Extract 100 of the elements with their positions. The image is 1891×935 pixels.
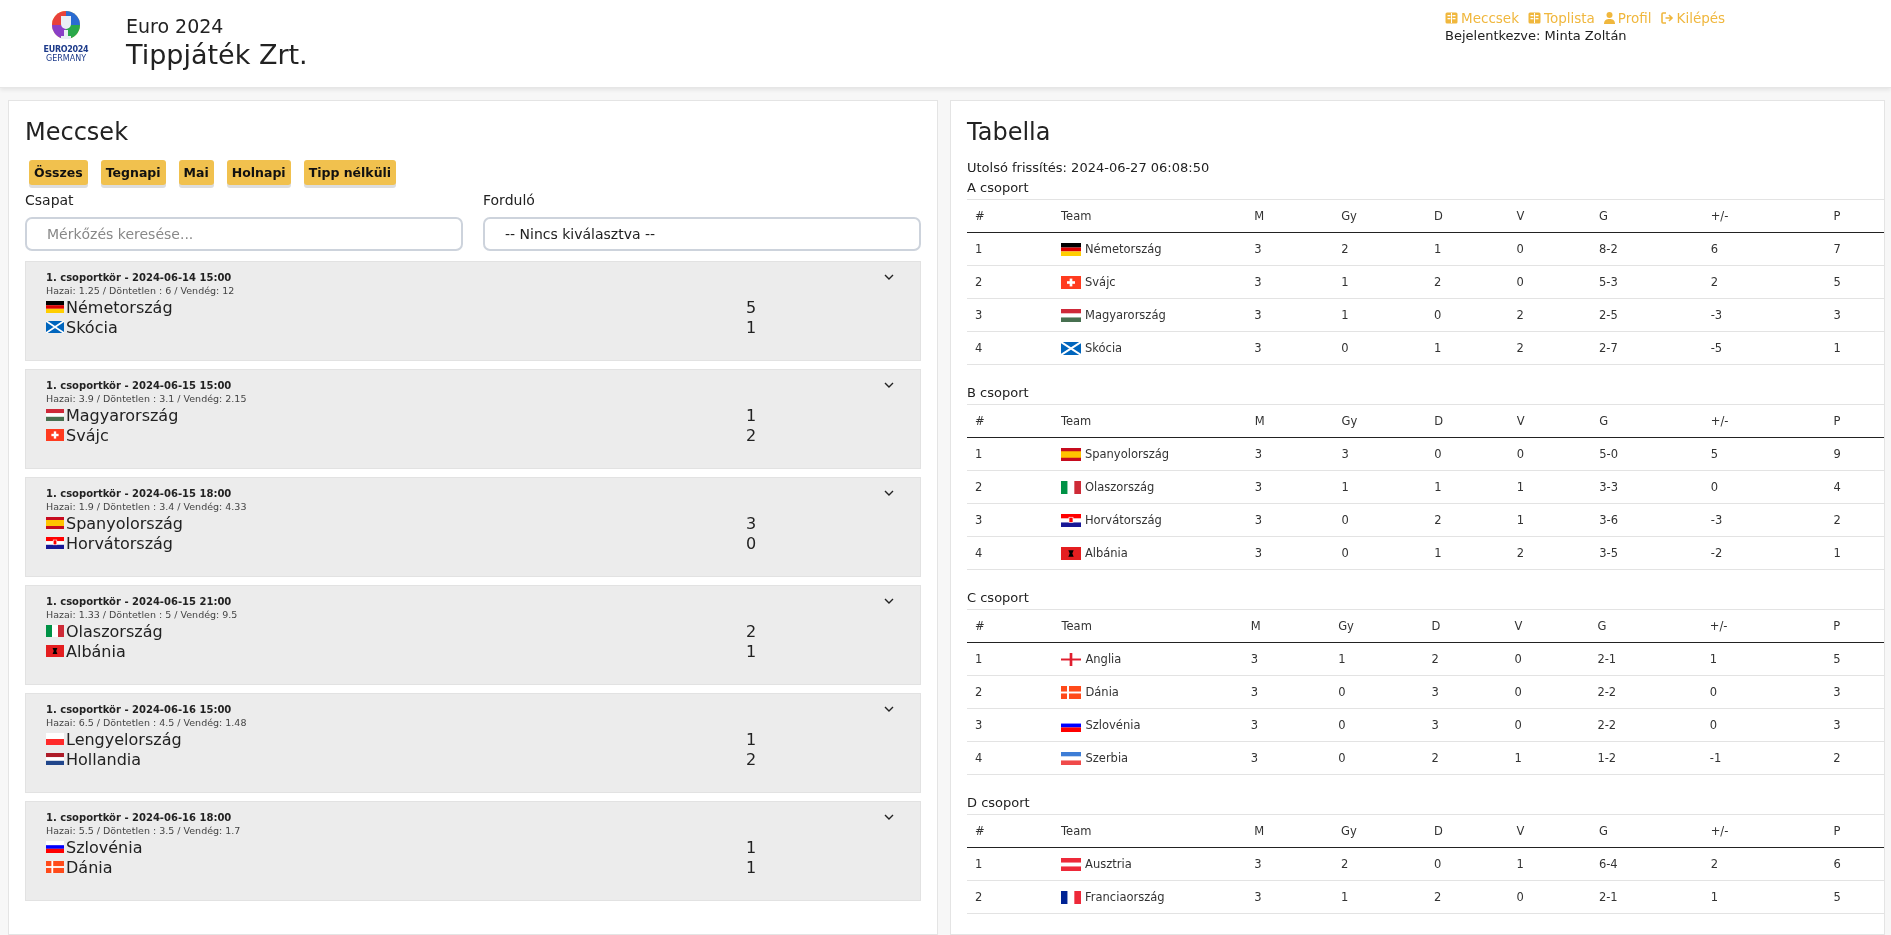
- match-card[interactable]: 1. csoportkör - 2024-06-15 15:00 Hazai: 3.9 / Döntetlen : 3.1 / Vendég: 2.15 Magyarország 1 Svájc 2: [25, 369, 921, 469]
- table-cell: 2: [1508, 298, 1591, 332]
- table-cell: 3: [1423, 708, 1507, 742]
- table-cell: 3: [1246, 847, 1334, 881]
- table-cell: 2-5: [1590, 298, 1703, 332]
- team-score: 1: [746, 405, 757, 425]
- table-cell: 0: [1426, 437, 1509, 471]
- match-odds: Hazai: 5.5 / Döntetlen : 3.5 / Vendég: 1.7: [46, 825, 241, 837]
- table-cell: 0: [1508, 880, 1591, 914]
- table-cell: 1: [1426, 331, 1509, 365]
- chevron-down-icon[interactable]: [884, 598, 894, 604]
- match-info: 1. csoportkör - 2024-06-15 18:00: [46, 487, 232, 501]
- table-cell: 0: [1330, 708, 1424, 742]
- team-name: Albánia: [1084, 546, 1128, 560]
- table-cell: 2: [1702, 847, 1826, 881]
- column-header: G: [1591, 405, 1703, 438]
- table-cell: 1: [1702, 880, 1826, 914]
- table-cell: 1: [1426, 470, 1509, 504]
- team-name: Anglia: [1085, 652, 1122, 666]
- match-info: 1. csoportkör - 2024-06-15 21:00: [46, 595, 232, 609]
- table-cell: 2: [967, 470, 1053, 504]
- table-cell: 5: [1825, 265, 1884, 299]
- column-header: Gy: [1330, 610, 1424, 643]
- table-cell: 2: [1825, 741, 1884, 775]
- table-cell: 4: [967, 741, 1054, 775]
- flag-icon: [1061, 857, 1081, 871]
- team-score: 2: [746, 621, 757, 641]
- team-score: 5: [746, 297, 757, 317]
- team-name: Hollandia: [66, 749, 142, 769]
- chevron-down-icon[interactable]: [884, 814, 894, 820]
- column-header: #: [967, 405, 1053, 438]
- flag-icon: [46, 537, 64, 549]
- team-name: Skócia: [66, 317, 118, 337]
- filter-button[interactable]: Mai: [178, 160, 214, 185]
- table-cell: 1: [1506, 741, 1590, 775]
- filter-button[interactable]: Tegnapi: [100, 160, 166, 185]
- team-name: Olaszország: [66, 621, 163, 641]
- table-cell: 3: [1825, 708, 1884, 742]
- flag-icon: [46, 841, 64, 853]
- column-header: #: [967, 610, 1054, 643]
- table-cell: 5: [1702, 437, 1826, 471]
- table-cell: 5: [1825, 880, 1884, 914]
- table-cell: -3: [1702, 298, 1826, 332]
- column-header: Gy: [1333, 405, 1427, 438]
- group-title: A csoport: [967, 178, 1884, 200]
- flag-icon: [46, 861, 64, 873]
- filter-button[interactable]: Holnapi: [226, 160, 291, 185]
- group-title: B csoport: [967, 383, 1884, 405]
- table-cell: 1: [967, 437, 1053, 471]
- column-header: D: [1423, 610, 1507, 643]
- team-name: Németország: [1085, 242, 1162, 256]
- team-name: Ausztria: [1085, 857, 1132, 871]
- chevron-down-icon[interactable]: [884, 706, 894, 712]
- table-cell: 8-2: [1590, 232, 1703, 266]
- match-card[interactable]: 1. csoportkör - 2024-06-15 18:00 Hazai: 1.9 / Döntetlen : 3.4 / Vendég: 4.33 Spanyolország 3 Horvátország 0: [25, 477, 921, 577]
- table-cell: 0: [1701, 675, 1826, 709]
- match-card[interactable]: 1. csoportkör - 2024-06-15 21:00 Hazai: 1.33 / Döntetlen : 5 / Vendég: 9.5 Olaszország 2 Albánia 1: [25, 585, 921, 685]
- table-cell: 3-3: [1591, 470, 1703, 504]
- flag-icon: [46, 625, 64, 637]
- team-name: Horvátország: [66, 533, 173, 553]
- table-cell: 1: [1825, 536, 1884, 570]
- flag-icon: [46, 645, 64, 657]
- table-cell: -2: [1702, 536, 1826, 570]
- team-score: 1: [746, 317, 757, 337]
- table-cell: 2-1: [1590, 880, 1703, 914]
- table-cell: 5-0: [1591, 437, 1703, 471]
- team-name: Szlovénia: [66, 837, 143, 857]
- table-cell: -1: [1701, 741, 1826, 775]
- chevron-down-icon[interactable]: [884, 274, 894, 280]
- column-header: V: [1508, 405, 1592, 438]
- table-cell: 0: [1701, 708, 1826, 742]
- match-info: 1. csoportkör - 2024-06-14 15:00: [46, 271, 232, 285]
- round-select[interactable]: -- Nincs kiválasztva --: [483, 217, 921, 251]
- team-score: 1: [746, 729, 757, 749]
- match-card[interactable]: 1. csoportkör - 2024-06-16 18:00 Hazai: 5.5 / Döntetlen : 3.5 / Vendég: 1.7 Szlovénia 1 Dánia 1: [25, 801, 921, 901]
- chevron-down-icon[interactable]: [884, 490, 894, 496]
- team-name: Magyarország: [1085, 308, 1166, 322]
- chevron-down-icon[interactable]: [884, 382, 894, 388]
- column-header: +/-: [1702, 405, 1826, 438]
- table-cell: 0: [1508, 437, 1592, 471]
- table-cell: 4: [1825, 470, 1884, 504]
- column-header: M: [1246, 200, 1334, 233]
- team-score: 2: [746, 425, 757, 445]
- match-card[interactable]: 1. csoportkör - 2024-06-16 15:00 Hazai: 6.5 / Döntetlen : 4.5 / Vendég: 1.48 Lengyelország 1 Hollandia 2: [25, 693, 921, 793]
- column-header: G: [1589, 610, 1702, 643]
- table-cell: 2: [1333, 847, 1426, 881]
- table-cell: 2: [967, 675, 1054, 709]
- search-field[interactable]: Mérkőzés keresése...: [25, 217, 463, 251]
- filter-button[interactable]: Összes: [29, 160, 88, 185]
- table-cell: 2: [1423, 642, 1507, 676]
- filter-button[interactable]: Tipp nélküli: [303, 160, 397, 185]
- table-cell: 3: [1246, 437, 1334, 471]
- match-card[interactable]: 1. csoportkör - 2024-06-14 15:00 Hazai: 1.25 / Döntetlen : 6 / Vendég: 12 Németország 5 Skócia 1: [25, 261, 921, 361]
- column-header: Team: [1053, 815, 1247, 848]
- team-name: Szlovénia: [1085, 718, 1141, 732]
- column-header: D: [1426, 200, 1509, 233]
- table-cell: 3: [1242, 741, 1331, 775]
- column-header: Team: [1053, 200, 1247, 233]
- column-header: V: [1508, 815, 1591, 848]
- column-header: P: [1825, 405, 1884, 438]
